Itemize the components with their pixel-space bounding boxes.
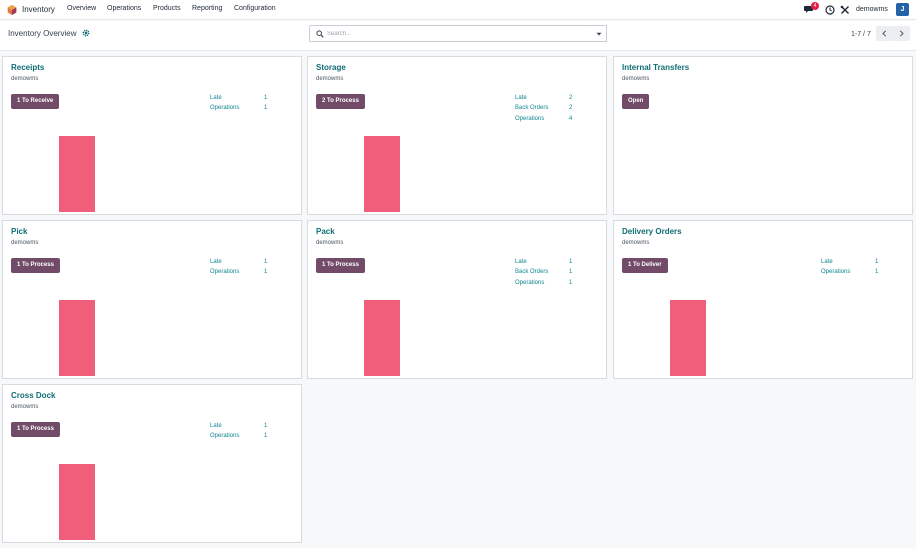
card-title[interactable]: Cross Dock (11, 391, 55, 400)
operation-card-receipts: Receipts demowms 1 To Receive Late 1 Ope… (2, 56, 302, 215)
clock-icon[interactable] (825, 5, 835, 15)
stat-value-back-orders[interactable]: 2 (569, 105, 572, 111)
control-panel: Inventory Overview 1-7 / 7 (0, 21, 916, 51)
top-navbar: Inventory Overview Operations Products R… (0, 0, 916, 20)
chevron-left-icon (882, 30, 887, 37)
stat-value-late[interactable]: 2 (569, 95, 572, 101)
operation-card-pack: Pack demowms 1 To Process Late 1 Back Or… (307, 220, 607, 379)
stat-value-operations[interactable]: 1 (569, 280, 572, 286)
card-warehouse: demowms (316, 76, 344, 82)
page-title[interactable]: Inventory Overview (8, 29, 76, 38)
graph-bar[interactable] (59, 464, 95, 540)
inventory-app-icon[interactable] (7, 5, 17, 15)
stat-label-operations[interactable]: Operations (210, 269, 239, 275)
card-warehouse: demowms (11, 240, 39, 246)
pager-next-button[interactable] (893, 26, 910, 41)
card-title[interactable]: Receipts (11, 63, 44, 72)
stat-label-late[interactable]: Late (515, 95, 527, 101)
to-process-button[interactable]: 1 To Process (316, 258, 365, 273)
stat-label-back-orders[interactable]: Back Orders (515, 269, 548, 275)
graph-bar[interactable] (59, 136, 95, 212)
operation-card-cross-dock: Cross Dock demowms 1 To Process Late 1 O… (2, 384, 302, 543)
search-box (309, 25, 593, 42)
message-count-badge: 4 (811, 2, 819, 10)
to-process-button[interactable]: 1 To Process (11, 258, 60, 273)
pager-previous-button[interactable] (876, 26, 893, 41)
graph-bar[interactable] (364, 300, 400, 376)
stat-label-operations[interactable]: Operations (210, 105, 239, 111)
caret-down-icon (596, 32, 602, 36)
stat-value-operations[interactable]: 1 (264, 433, 267, 439)
menu-operations[interactable]: Operations (107, 5, 141, 12)
stat-value-operations[interactable]: 1 (875, 269, 878, 275)
tools-icon[interactable] (840, 5, 850, 15)
card-warehouse: demowms (11, 404, 39, 410)
stat-label-operations[interactable]: Operations (210, 433, 239, 439)
stat-label-late[interactable]: Late (210, 423, 222, 429)
search-options-toggle[interactable] (592, 25, 607, 42)
avatar[interactable]: J (896, 3, 909, 16)
stat-label-late[interactable]: Late (210, 259, 222, 265)
to-process-button[interactable]: 1 To Process (11, 422, 60, 437)
operation-card-delivery-orders: Delivery Orders demowms 1 To Deliver Lat… (613, 220, 913, 379)
menu-overview[interactable]: Overview (67, 5, 96, 12)
stat-label-operations[interactable]: Operations (515, 116, 544, 122)
chevron-right-icon (899, 30, 904, 37)
pager-value[interactable]: 1-7 / 7 (851, 31, 871, 38)
to-receive-button[interactable]: 1 To Receive (11, 94, 60, 109)
graph-bar[interactable] (364, 136, 400, 212)
stat-value-operations[interactable]: 4 (569, 116, 572, 122)
stat-value-late[interactable]: 1 (875, 259, 878, 265)
card-title[interactable]: Delivery Orders (622, 227, 682, 236)
app-name[interactable]: Inventory (22, 5, 55, 14)
search-icon (316, 30, 324, 38)
open-button[interactable]: Open (622, 94, 650, 109)
card-title[interactable]: Pick (11, 227, 27, 236)
search-input[interactable] (327, 28, 587, 40)
stat-label-operations[interactable]: Operations (821, 269, 850, 275)
operation-card-storage: Storage demowms 2 To Process Late 2 Back… (307, 56, 607, 215)
card-warehouse: demowms (622, 240, 650, 246)
stat-label-late[interactable]: Late (210, 95, 222, 101)
stat-value-operations[interactable]: 1 (264, 105, 267, 111)
user-name[interactable]: demowms (856, 6, 888, 13)
stat-label-late[interactable]: Late (515, 259, 527, 265)
to-deliver-button[interactable]: 1 To Deliver (622, 258, 668, 273)
operation-card-pick: Pick demowms 1 To Process Late 1 Operati… (2, 220, 302, 379)
stat-label-late[interactable]: Late (821, 259, 833, 265)
stat-value-late[interactable]: 1 (264, 259, 267, 265)
card-title[interactable]: Internal Transfers (622, 63, 689, 72)
card-title[interactable]: Pack (316, 227, 335, 236)
stat-label-operations[interactable]: Operations (515, 280, 544, 286)
graph-bar[interactable] (59, 300, 95, 376)
menu-reporting[interactable]: Reporting (192, 5, 222, 12)
stat-value-operations[interactable]: 1 (264, 269, 267, 275)
gear-icon[interactable] (82, 29, 90, 37)
menu-products[interactable]: Products (153, 5, 181, 12)
card-title[interactable]: Storage (316, 63, 346, 72)
card-warehouse: demowms (622, 76, 650, 82)
stat-label-back-orders[interactable]: Back Orders (515, 105, 548, 111)
to-process-button[interactable]: 2 To Process (316, 94, 365, 109)
stat-value-late[interactable]: 1 (264, 423, 267, 429)
stat-value-back-orders[interactable]: 1 (569, 269, 572, 275)
stat-value-late[interactable]: 1 (264, 95, 267, 101)
card-warehouse: demowms (11, 76, 39, 82)
menu-configuration[interactable]: Configuration (234, 5, 276, 12)
stat-value-late[interactable]: 1 (569, 259, 572, 265)
operation-card-internal-transfers: Internal Transfers demowms Open (613, 56, 913, 215)
card-warehouse: demowms (316, 240, 344, 246)
graph-bar[interactable] (670, 300, 706, 376)
